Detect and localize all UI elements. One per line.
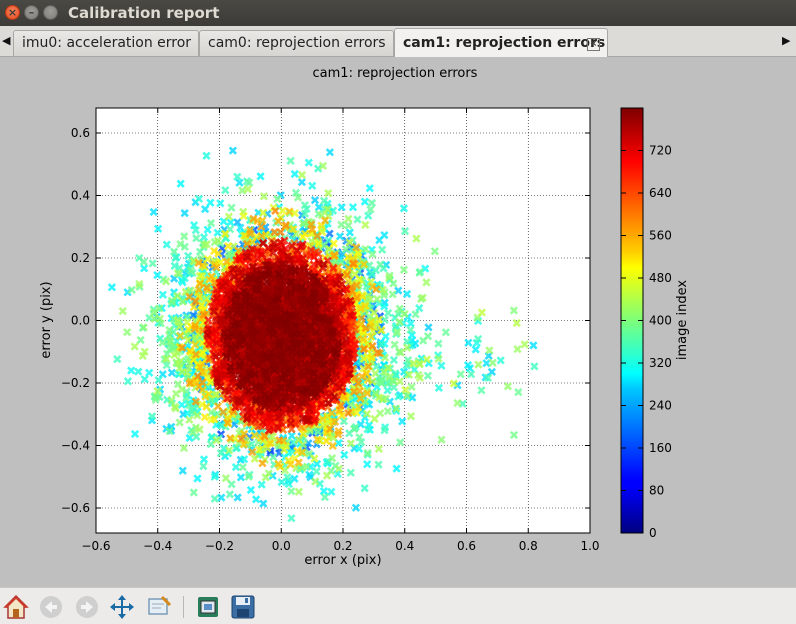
chart-title: cam1: reprojection errors xyxy=(313,66,478,81)
maximize-window-button[interactable] xyxy=(43,5,58,20)
tab-cam0-reprojection-errors[interactable]: cam0: reprojection errors xyxy=(199,30,394,56)
tab-label: cam1: reprojection errors xyxy=(403,35,606,51)
window-titlebar: × – Calibration report xyxy=(0,0,796,26)
tab-cam1-reprojection-errors[interactable]: cam1: reprojection errors × xyxy=(394,28,608,57)
figure-canvas: cam1: reprojection errors −0.6 −0.4 −0.2 0.… xyxy=(0,57,796,587)
window-title: Calibration report xyxy=(68,4,220,22)
tab-label: imu0: acceleration error xyxy=(22,35,192,51)
tab-scroll-left-icon[interactable]: ◀ xyxy=(2,34,10,47)
scatter-chart: cam1: reprojection errors −0.6 −0.4 −0.2 0.… xyxy=(39,66,690,568)
tab-bar: ◀ imu0: acceleration error cam0: reproje… xyxy=(0,26,796,57)
close-tab-icon[interactable]: × xyxy=(587,38,600,51)
close-window-button[interactable]: × xyxy=(5,5,20,20)
minimize-window-button[interactable]: – xyxy=(24,5,39,20)
tab-imu0-acceleration-error[interactable]: imu0: acceleration error xyxy=(13,30,199,56)
tab-label: cam0: reprojection errors xyxy=(208,35,386,51)
tab-scroll-right-icon[interactable]: ▶ xyxy=(782,34,790,47)
